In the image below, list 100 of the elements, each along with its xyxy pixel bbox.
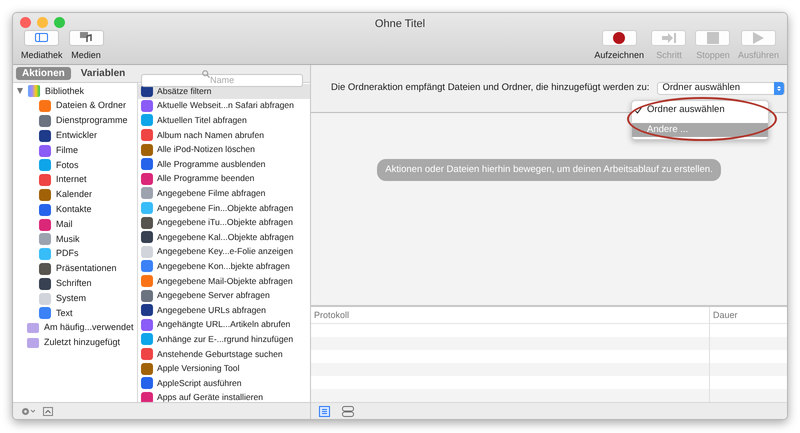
action-row[interactable]: Angegebene Kon...bjekte abfragen — [138, 259, 310, 274]
folder-icon — [27, 338, 39, 348]
category-label[interactable]: Mail — [56, 218, 73, 232]
app-icon — [141, 129, 153, 142]
app-icon — [141, 290, 153, 302]
action-row[interactable]: Alle Programme ausblenden — [138, 156, 310, 172]
app-icon — [141, 275, 153, 288]
toolbar-button[interactable]: Aufzeichnen — [594, 30, 644, 62]
action-row[interactable]: Aktuelle Webseit...n Safari abfragen — [138, 98, 310, 114]
category-label[interactable]: PDFs — [56, 247, 78, 261]
toolbar-button[interactable]: Mediathek — [21, 30, 63, 62]
app-icon — [141, 348, 153, 360]
action-row[interactable]: Alle iPod-Notizen löschen — [138, 142, 310, 157]
app-icon — [39, 144, 51, 157]
action-row[interactable]: Angehängte URL...Artikeln abrufen — [138, 318, 310, 332]
close-button[interactable] — [20, 17, 31, 28]
app-icon — [39, 188, 51, 201]
app-icon — [39, 292, 51, 305]
collapse-icon[interactable] — [43, 406, 53, 416]
category-label[interactable]: Präsentationen — [56, 262, 117, 276]
action-row[interactable]: Alle Programme beenden — [138, 172, 310, 186]
action-row[interactable]: Angegebene Kal...Objekte abfragen — [138, 230, 310, 245]
checkmark-icon — [634, 106, 642, 114]
sidebar-icon — [35, 33, 48, 42]
app-icon — [39, 248, 51, 260]
category-label[interactable]: Bibliothek — [45, 84, 84, 98]
gear-icon[interactable] — [21, 406, 35, 416]
app-icon — [39, 100, 51, 112]
category-label[interactable]: System — [56, 292, 86, 306]
app-icon — [141, 333, 153, 346]
category-label[interactable]: Text — [56, 306, 73, 320]
search-field[interactable]: Name — [141, 74, 303, 88]
action-row[interactable]: Album nach Namen abrufen — [138, 128, 310, 142]
app-icon — [39, 204, 51, 216]
list-view-icon[interactable] — [319, 406, 330, 416]
menu-item[interactable]: Ordner auswählen — [632, 103, 768, 117]
app-icon — [141, 202, 153, 214]
action-row[interactable]: Anhänge zur E-...rgrund hinzufügen — [138, 332, 310, 347]
category-label[interactable]: Fotos — [56, 158, 79, 172]
prompt-text: Die Ordneraktion empfängt Dateien und Ordner, die hinzugefügt werden zu: — [331, 81, 650, 96]
column-header[interactable]: Dauer — [710, 307, 787, 323]
action-row[interactable]: Angegebene Filme abfragen — [138, 186, 310, 201]
app-icon — [141, 318, 153, 331]
zoom-button[interactable] — [54, 17, 65, 28]
action-row[interactable]: Angegebene URLs abfragen — [138, 302, 310, 318]
tab[interactable]: Variablen — [74, 67, 132, 80]
app-icon — [39, 159, 51, 172]
app-icon — [141, 187, 153, 200]
category-label[interactable]: Filme — [56, 144, 78, 158]
category-label[interactable]: Kontakte — [56, 203, 92, 217]
app-icon — [141, 216, 153, 229]
app-icon — [141, 100, 153, 112]
category-label[interactable]: Entwickler — [56, 129, 98, 143]
category-label[interactable]: Schriften — [56, 277, 92, 290]
app-icon — [141, 114, 153, 126]
search-icon — [202, 70, 210, 78]
app-icon — [141, 158, 153, 170]
category-label[interactable]: Internet — [56, 173, 87, 187]
action-row[interactable]: Angegebene Fin...Objekte abfragen — [138, 200, 310, 216]
stop-icon — [706, 32, 719, 44]
column-header[interactable]: Protokoll — [311, 307, 710, 323]
stepper-icon — [774, 82, 784, 95]
app-icon — [39, 114, 51, 127]
action-row[interactable]: Angegebene iTu...Objekte abfragen — [138, 215, 310, 230]
app-icon — [141, 260, 153, 272]
category-label[interactable]: Zuletzt hinzugefügt — [44, 336, 120, 350]
folder-icon — [27, 323, 39, 334]
folder-select[interactable]: Ordner auswählen — [657, 82, 786, 95]
app-icon — [141, 362, 153, 375]
drop-hint: Aktionen oder Dateien hierhin bewegen, um deinen Arbeitsablauf zu erstellen. — [377, 159, 721, 182]
app-icon — [39, 218, 51, 231]
app-icon — [141, 246, 153, 258]
split-view-icon[interactable] — [342, 406, 354, 416]
app-icon — [141, 377, 153, 390]
app-icon — [39, 278, 51, 290]
action-row[interactable]: Aktuellen Titel abfragen — [138, 113, 310, 128]
app-icon — [39, 307, 51, 320]
category-label[interactable]: Am häufig...verwendet — [44, 321, 134, 335]
action-row[interactable]: Apple Versioning Tool — [138, 361, 310, 376]
category-label[interactable]: Dateien & Ordner — [56, 99, 126, 113]
category-label[interactable]: Musik — [56, 232, 80, 246]
app-icon — [39, 174, 51, 186]
action-row[interactable]: AppleScript ausführen — [138, 376, 310, 390]
record-icon — [613, 32, 626, 44]
category-label[interactable]: Dienstprogramme — [56, 114, 128, 128]
play-icon — [752, 32, 764, 44]
library-icon — [28, 85, 40, 98]
app-icon — [39, 130, 51, 142]
action-row[interactable]: Angegebene Mail-Objekte abfragen — [138, 274, 310, 288]
app-icon — [141, 172, 153, 185]
category-label[interactable]: Kalender — [56, 188, 92, 202]
action-row[interactable]: Angegebene Server abfragen — [138, 288, 310, 303]
action-row[interactable]: Angegebene Key...e-Folie anzeigen — [138, 244, 310, 260]
toolbar-button[interactable]: Medien — [68, 30, 104, 62]
app-icon — [141, 144, 153, 156]
action-row[interactable]: Apps auf Geräte installieren — [138, 390, 310, 402]
app-icon — [141, 304, 153, 316]
step-icon — [662, 32, 676, 44]
app-icon — [39, 262, 51, 275]
action-row[interactable]: Anstehende Geburtstage suchen — [138, 346, 310, 362]
